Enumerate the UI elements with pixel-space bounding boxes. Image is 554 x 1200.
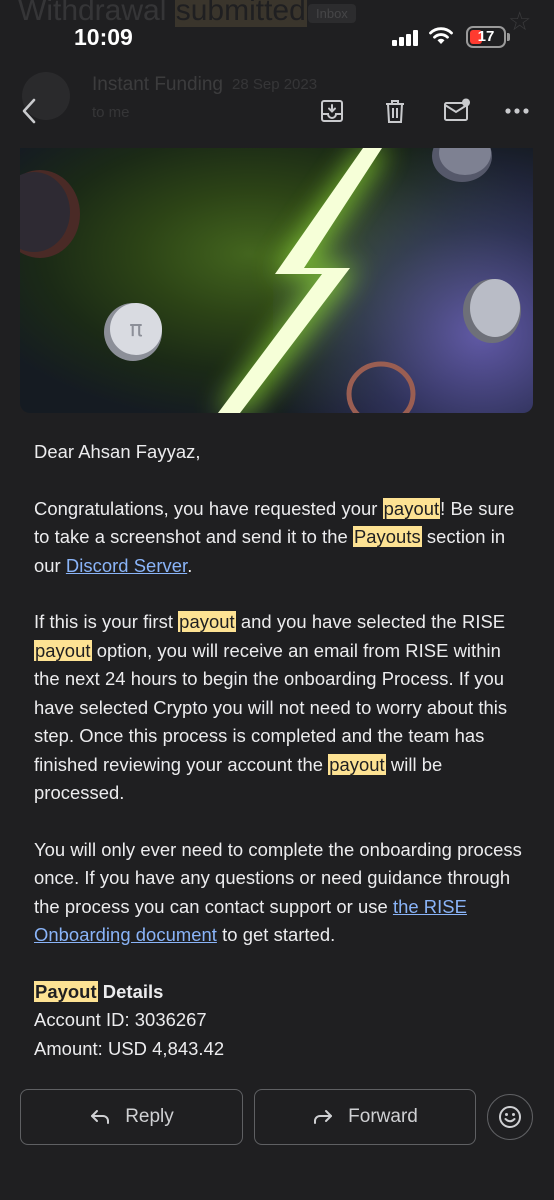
text-run: Congratulations, you have requested your (34, 497, 383, 519)
mail-unread-icon (444, 98, 470, 121)
email-toolbar (0, 86, 554, 138)
account-id: Account ID: 3036267 (34, 1009, 207, 1030)
battery-tip (507, 33, 510, 41)
search-highlight: Payout (34, 980, 98, 1002)
text-run: If this is your first (34, 611, 179, 632)
bottom-safe-area (0, 1160, 554, 1200)
svg-text:π: π (129, 317, 142, 342)
text-run: and you have selected the RISE (235, 611, 506, 632)
payout-amount: Amount: USD 4,843.42 (34, 1037, 225, 1059)
paragraph-support: You will only ever need to complete the … (34, 836, 524, 950)
more-options-button[interactable] (502, 96, 532, 126)
smiley-icon (499, 1106, 521, 1128)
battery-level: 17 (477, 28, 495, 45)
battery-indicator: 17 (466, 26, 506, 48)
delete-button[interactable] (380, 96, 410, 126)
reply-label: Reply (125, 1106, 174, 1127)
text-run: . (187, 554, 193, 576)
text-run: to get started. (216, 924, 336, 945)
paragraph-onboarding: If this is your first payout and you hav… (34, 608, 524, 808)
search-highlight: Payouts (352, 526, 422, 547)
clock: 10:09 (74, 24, 133, 50)
reply-button[interactable]: Reply (20, 1089, 243, 1145)
back-button[interactable] (14, 96, 44, 126)
mark-unread-button[interactable] (442, 96, 472, 126)
email-body: Dear Ahsan Fayyaz, Congratulations, you … (34, 438, 524, 1063)
payout-details-heading: Payout Details (34, 978, 524, 1007)
archive-button[interactable] (317, 96, 347, 126)
archive-icon (321, 100, 343, 122)
search-highlight: payout (34, 639, 92, 661)
cellular-signal-icon (392, 30, 420, 46)
forward-label: Forward (348, 1106, 418, 1127)
trash-icon (386, 100, 404, 123)
more-horizontal-icon (505, 108, 529, 114)
promo-banner-image: π (20, 148, 533, 413)
text-run: Details (97, 980, 164, 1002)
reply-icon (91, 1110, 110, 1124)
discord-server-link[interactable]: Discord Server (66, 555, 187, 576)
search-highlight: payout (178, 611, 236, 632)
search-highlight: payout (328, 753, 386, 775)
search-highlight: payout (382, 497, 441, 519)
lightning-bolt-graphic: π (20, 148, 521, 413)
chevron-left-icon (22, 98, 36, 124)
paragraph-payout-requested: Congratulations, you have requested your… (34, 495, 524, 581)
payout-details: Payout Details Account ID: 3036267 Amoun… (34, 978, 524, 1064)
add-reaction-button[interactable] (487, 1094, 533, 1140)
forward-icon (314, 1110, 333, 1124)
wifi-icon (429, 27, 453, 44)
forward-button[interactable]: Forward (254, 1089, 476, 1145)
status-bar: 10:09 17 (0, 0, 554, 70)
greeting: Dear Ahsan Fayyaz, (34, 441, 201, 462)
